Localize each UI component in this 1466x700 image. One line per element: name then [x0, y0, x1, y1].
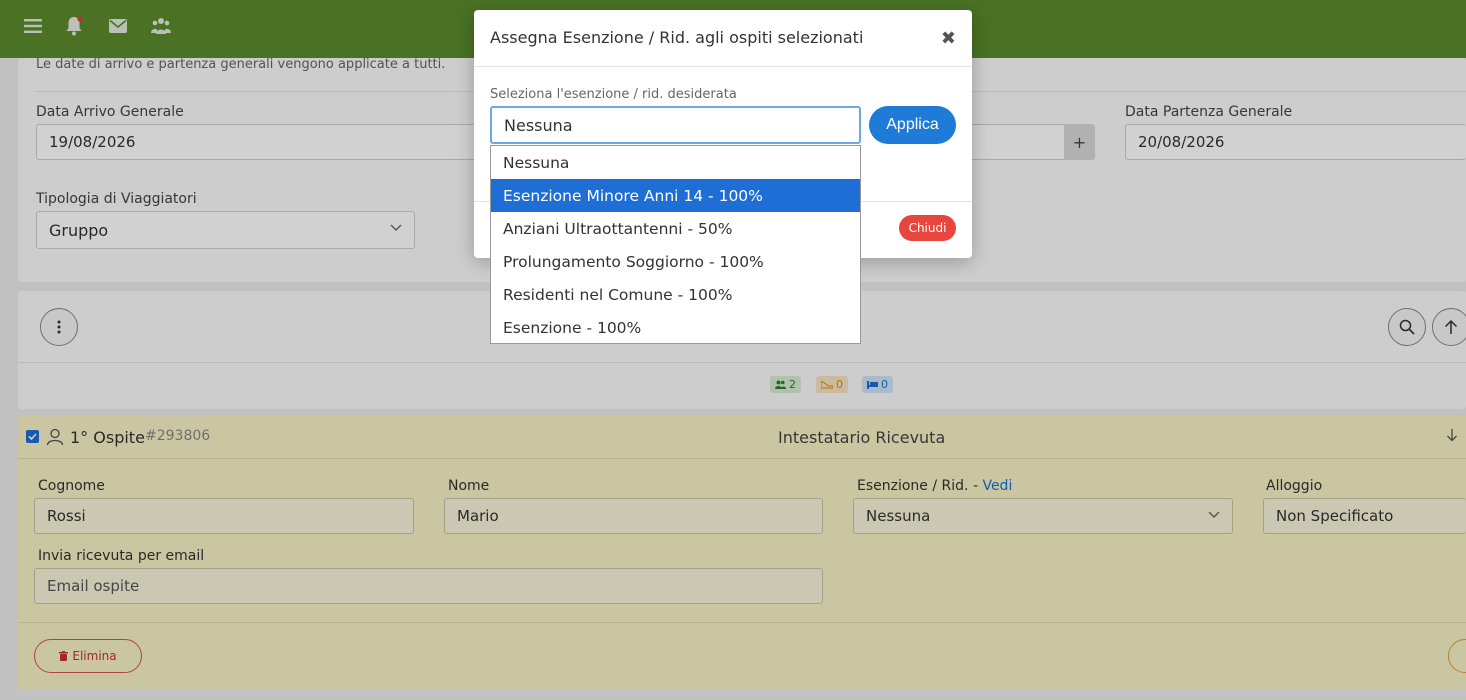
chiudi-button[interactable]: Chiudi [899, 215, 956, 241]
exemption-select-value: Nessuna [504, 115, 573, 135]
divider [474, 66, 972, 67]
apply-button[interactable]: Applica [869, 106, 956, 144]
dropdown-option[interactable]: Prolungamento Soggiorno - 100% [491, 245, 860, 278]
exemption-select[interactable]: Nessuna [490, 106, 861, 144]
modal-title: Assegna Esenzione / Rid. agli ospiti sel… [490, 28, 864, 47]
dropdown-option[interactable]: Anziani Ultraottantenni - 50% [491, 212, 860, 245]
exemption-dropdown-list: Nessuna Esenzione Minore Anni 14 - 100% … [490, 145, 861, 344]
close-icon[interactable]: ✖ [941, 28, 956, 49]
dropdown-option[interactable]: Residenti nel Comune - 100% [491, 278, 860, 311]
dropdown-option-selected[interactable]: Esenzione Minore Anni 14 - 100% [491, 179, 860, 212]
select-label: Seleziona l'esenzione / rid. desiderata [490, 87, 737, 102]
dropdown-option[interactable]: Esenzione - 100% [491, 311, 860, 344]
dropdown-option[interactable]: Nessuna [491, 146, 860, 179]
